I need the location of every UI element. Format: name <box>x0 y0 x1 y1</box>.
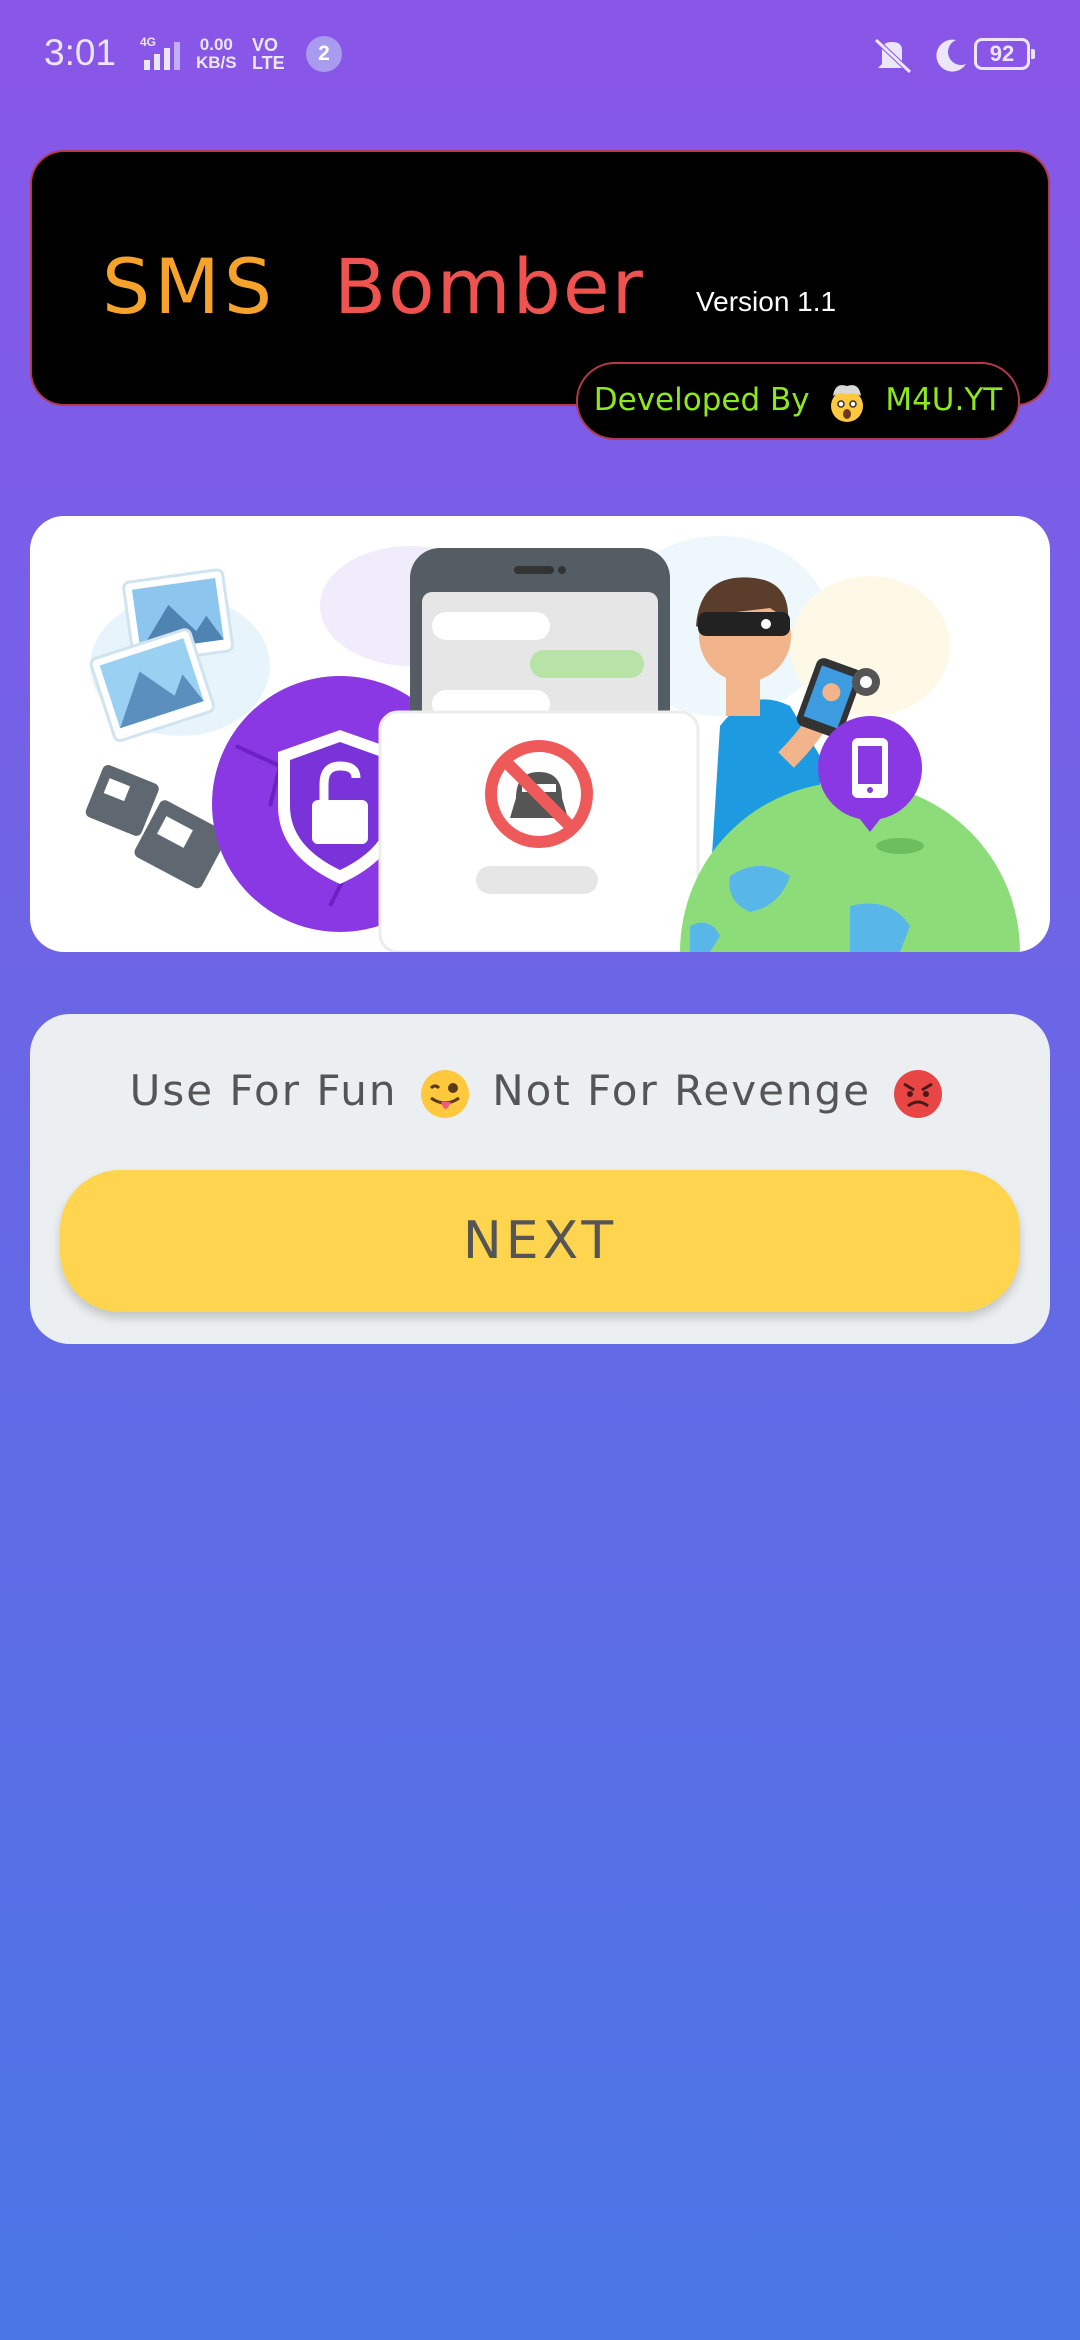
network-speed-value: 0.00 <box>199 35 233 54</box>
battery-indicator: 92 <box>974 38 1035 70</box>
no-spy-icon <box>378 710 700 952</box>
angry-face-emoji-icon <box>894 1069 943 1118</box>
privacy-illustration <box>85 536 1020 952</box>
notification-count-badge: 2 <box>306 36 342 72</box>
status-time: 3:01 <box>44 32 117 73</box>
volte-indicator: VO LTE <box>252 36 285 72</box>
tagline-part2: Not For Revenge <box>492 1066 872 1115</box>
app-title-bomber: Bomber <box>334 242 645 331</box>
developer-name: M4U.YT <box>885 382 1003 418</box>
volte-top: VO <box>252 35 279 55</box>
developer-credit-pill: Developed By M4U.YT <box>576 362 1020 440</box>
tagline: Use For Fun Not For Revenge <box>30 1066 1050 1120</box>
tagline-part1: Use For Fun <box>129 1066 398 1115</box>
network-type-label: 4G <box>140 36 156 49</box>
signal-icon: 4G <box>140 36 180 70</box>
exploding-head-emoji-icon <box>831 384 864 422</box>
developer-prefix: Developed By <box>593 382 810 418</box>
winking-tongue-emoji-icon <box>420 1069 469 1118</box>
illustration-card <box>30 516 1050 952</box>
next-button[interactable]: NEXT <box>60 1170 1020 1312</box>
network-speed: 0.00 KB/S <box>196 36 237 72</box>
volte-bottom: LTE <box>252 53 285 73</box>
network-speed-unit: KB/S <box>196 53 237 72</box>
status-bar: 3:01 4G 0.00 KB/S VO LTE 2 92 <box>0 0 1080 110</box>
do-not-disturb-moon-icon <box>936 39 966 72</box>
version-label: Version 1.1 <box>696 286 837 317</box>
vibrate-mute-icon <box>874 38 912 74</box>
action-card: Use For Fun Not For Revenge NEXT <box>30 1014 1050 1344</box>
app-title-sms: SMS <box>102 242 277 331</box>
